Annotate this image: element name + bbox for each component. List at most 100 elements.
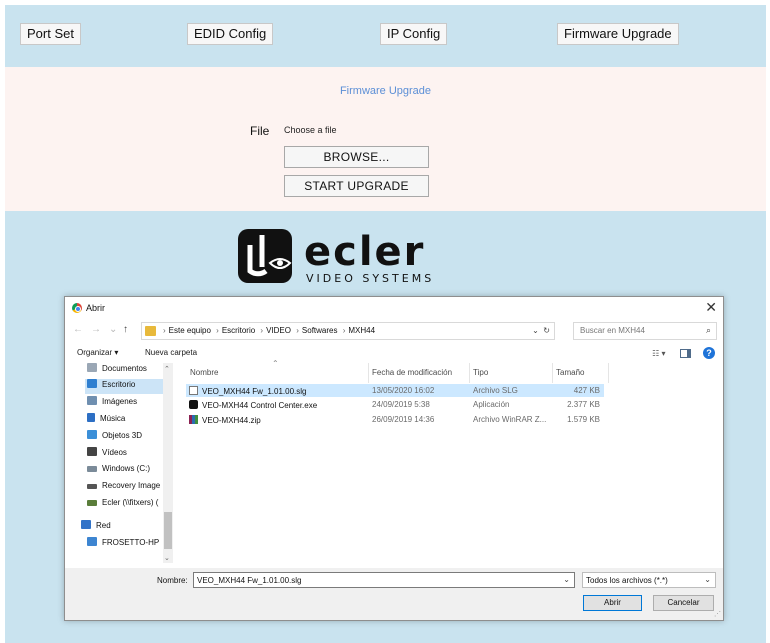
breadcrumb-item[interactable]: VIDEO [266,326,291,335]
column-header-type[interactable]: Tipo [473,368,488,377]
sidebar-item-videos[interactable]: Vídeos [87,447,173,462]
firmware-upgrade-panel: Firmware Upgrade File Choose a file BROW… [5,67,766,211]
file-list: ⌃ Nombre Fecha de modificación Tipo Tama… [178,359,723,568]
up-arrow-icon[interactable]: ↑ [123,324,128,335]
resize-grip-icon[interactable]: ⋰ [714,610,721,618]
network-icon [81,520,91,529]
file-name-cell: VEO-MXH44 Control Center.exe [189,400,317,410]
breadcrumb-item[interactable]: Softwares [302,326,338,335]
firmware-upgrade-button[interactable]: Firmware Upgrade [557,23,679,45]
search-input[interactable]: Buscar en MXH44 ⌕ [573,322,717,340]
file-modified: 26/09/2019 14:36 [372,415,435,424]
file-hint: Choose a file [284,125,337,135]
sidebar-item-ecler-network-drive[interactable]: Ecler (\\fitxers) ( [87,498,173,513]
recent-chevron-icon[interactable]: ⌄ [109,324,117,335]
address-tools: ⌄ ↻ [532,326,550,335]
dialog-title: Abrir [86,303,106,313]
column-header-modified[interactable]: Fecha de modificación [372,368,452,377]
sidebar-item-label: Imágenes [102,397,138,406]
objects3d-icon [87,430,97,439]
file-size: 427 KB [573,386,600,395]
port-set-button[interactable]: Port Set [20,23,81,45]
file-row[interactable]: VEO-MXH44.zip 26/09/2019 14:36 Archivo W… [186,413,604,426]
ecler-logo: ecler VIDEO SYSTEMS [238,229,434,285]
sidebar-item-label: Escritorio [102,380,136,389]
breadcrumb-item[interactable]: MXH44 [348,326,375,335]
edid-config-button[interactable]: EDID Config [187,23,274,45]
column-separator [608,363,609,383]
view-controls: ☷ ▾ ? [652,347,715,361]
breadcrumb-item[interactable]: Escritorio [222,326,255,335]
dialog-toolbar: Organizar ▾ Nueva carpeta ☷ ▾ ? [65,346,723,362]
breadcrumb-item[interactable]: Este equipo [169,326,211,335]
folder-icon [145,326,156,336]
filetype-value: Todos los archivos (*.*) [586,576,668,585]
file-name-cell: VEO_MXH44 Fw_1.01.00.slg [189,386,307,396]
help-icon[interactable]: ? [703,347,715,359]
file-type: Archivo SLG [473,386,518,395]
sidebar-item-windows-c[interactable]: Windows (C:) [87,464,173,479]
file-name: VEO-MXH44 Control Center.exe [202,401,318,410]
new-folder-button[interactable]: Nueva carpeta [145,348,197,357]
dialog-footer: Nombre: VEO_MXH44 Fw_1.01.00.slg ⌄ Todos… [65,568,723,620]
sidebar-item-documentos[interactable]: Documentos [87,363,173,378]
scroll-up-icon[interactable]: ⌃ [164,365,170,373]
sidebar-item-imagenes[interactable]: Imágenes [87,396,173,411]
panel-title: Firmware Upgrade [339,85,432,97]
address-bar[interactable]: › Este equipo › Escritorio › VIDEO › Softwar… [141,322,555,340]
file-size: 1.579 KB [567,415,600,424]
column-header-name[interactable]: Nombre [190,368,218,377]
chevron-down-icon[interactable]: ⌄ [563,575,570,584]
start-upgrade-button[interactable]: START UPGRADE [284,175,429,197]
sidebar-scrollbar[interactable]: ⌃ ⌄ [163,363,173,563]
sidebar-item-musica[interactable]: Música [87,413,173,428]
logo-tagline: VIDEO SYSTEMS [306,272,434,285]
sidebar-item-label: Recovery Image [102,481,161,490]
top-nav: Port Set EDID Config IP Config Firmware … [5,5,766,67]
sidebar-item-escritorio[interactable]: Escritorio [85,379,171,394]
sidebar-item-red[interactable]: Red [81,520,167,535]
sidebar-item-recovery-image[interactable]: Recovery Image [87,481,173,496]
scroll-down-icon[interactable]: ⌄ [164,554,170,562]
column-separator [469,363,470,383]
column-separator [552,363,553,383]
cancel-button[interactable]: Cancelar [653,595,714,611]
document-icon [87,363,97,372]
column-header-size[interactable]: Tamaño [556,368,584,377]
close-icon[interactable]: ✕ [705,299,717,316]
filename-input[interactable]: VEO_MXH44 Fw_1.01.00.slg ⌄ [193,572,575,588]
computer-icon [87,537,97,546]
forward-arrow-icon[interactable]: → [91,324,101,335]
file-name-cell: VEO-MXH44.zip [189,415,261,425]
browse-button[interactable]: BROWSE... [284,146,429,168]
chevron-down-icon[interactable]: ⌄ [532,326,539,335]
videos-icon [87,447,97,456]
file-modified: 24/09/2019 5:38 [372,400,430,409]
preview-pane-icon[interactable] [679,348,691,358]
sidebar-item-frosetto-hp[interactable]: FROSETTO-HP [87,537,173,552]
sidebar-item-label: Vídeos [102,448,127,457]
sidebar-item-label: Música [100,414,126,423]
organize-menu[interactable]: Organizar ▾ [77,348,118,357]
filename-label: Nombre: [157,576,188,585]
file-row[interactable]: VEO_MXH44 Fw_1.01.00.slg 13/05/2020 16:0… [186,384,604,397]
open-button[interactable]: Abrir [583,595,642,611]
view-mode-icon[interactable]: ☷ ▾ [652,349,665,358]
sidebar-item-objetos-3d[interactable]: Objetos 3D [87,430,173,445]
images-icon [87,396,97,405]
ip-config-button[interactable]: IP Config [380,23,448,45]
chevron-down-icon: ⌄ [704,575,711,584]
scrollbar-thumb[interactable] [164,512,172,549]
search-placeholder: Buscar en MXH44 [580,326,645,335]
sidebar-item-label: FROSETTO-HP [102,538,160,547]
refresh-icon[interactable]: ↻ [543,326,550,335]
music-icon [87,413,95,422]
file-row[interactable]: VEO-MXH44 Control Center.exe 24/09/2019 … [186,398,604,411]
column-separator [368,363,369,383]
address-row: ← → ⌄ ↑ › Este equipo › Escritorio › VIDEO … [65,321,723,341]
filetype-select[interactable]: Todos los archivos (*.*) ⌄ [582,572,716,588]
drive-icon [87,484,97,489]
navigation-pane: Documentos Escritorio Imágenes Música Ob… [65,363,177,568]
open-file-dialog: Abrir ✕ ← → ⌄ ↑ › Este equipo › Escritorio… [64,296,724,621]
back-arrow-icon[interactable]: ← [73,324,83,335]
